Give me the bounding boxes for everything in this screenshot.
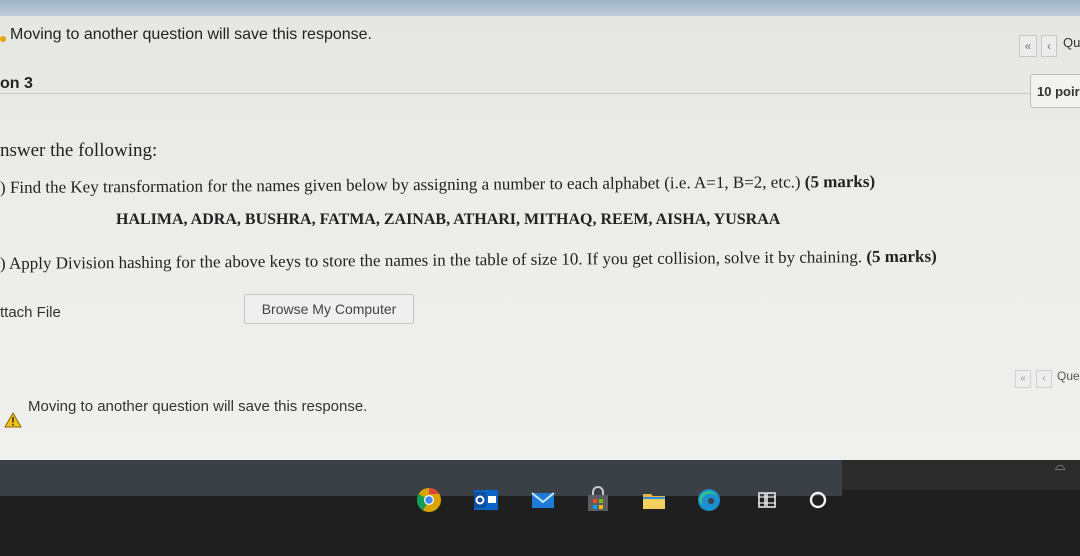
question-menu-link-top[interactable]: Qu [1063,35,1080,50]
question-intro: nswer the following: [0,140,158,161]
part-a-marks: (5 marks) [804,171,876,192]
part-b-prefix: ) [0,253,6,273]
question-number: on 3 [0,75,33,92]
part-a-prefix: ) [0,177,6,197]
points-badge: 10 poir [1030,74,1080,108]
outlook-icon[interactable] [472,486,500,514]
edge-icon[interactable] [695,486,723,514]
question-menu-link-bottom[interactable]: Que [1057,369,1080,383]
chevron-left-icon: ‹ [1042,373,1046,384]
attach-file-label: ttach File [0,304,61,321]
previous-question-button-bottom[interactable]: ‹ [1036,370,1052,388]
chrome-icon[interactable] [415,486,443,514]
previous-question-button[interactable]: ‹ [1041,35,1057,57]
desktop-edge [842,460,1080,490]
question-menu-label: Que [1057,369,1080,383]
warning-icon [0,36,6,42]
first-question-button[interactable]: « [1019,35,1037,57]
save-notice-top-text: Moving to another question will save thi… [10,26,372,43]
warning-icon [4,412,22,428]
names-list: HALIMA, ADRA, BUSHRA, FATMA, ZAINAB, ATH… [116,211,781,228]
part-b-marks: (5 marks) [866,246,937,267]
double-chevron-left-icon: « [1024,39,1032,53]
corner-glyph: ⌓ [1055,458,1066,473]
save-notice-top: Moving to another question will save thi… [0,26,372,44]
mail-icon[interactable] [529,486,557,514]
store-icon[interactable] [584,486,612,514]
chevron-left-icon: ‹ [1047,39,1051,53]
cortana-icon[interactable] [804,486,832,514]
file-explorer-icon[interactable] [640,486,668,514]
browse-my-computer-button[interactable]: Browse My Computer [244,294,414,324]
divider [0,93,1030,94]
double-chevron-left-icon: « [1020,373,1026,384]
save-notice-bottom: Moving to another question will save thi… [28,398,368,415]
question-menu-label: Qu [1063,35,1080,50]
task-view-icon[interactable] [753,486,781,514]
first-question-button-bottom[interactable]: « [1015,370,1031,388]
